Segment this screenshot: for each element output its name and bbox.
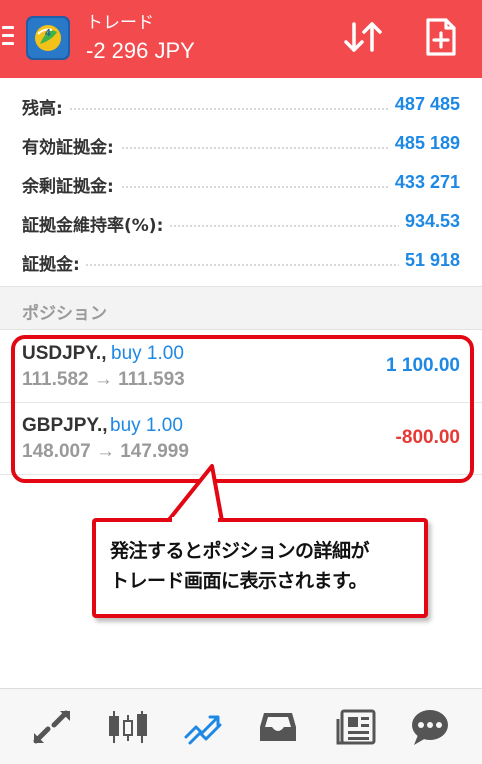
account-summary: 残高: 487 485 有効証拠金: 485 189 余剰証拠金: 433 27… xyxy=(0,84,482,279)
summary-row-margin-level: 証拠金維持率(%): 934.53 xyxy=(0,201,482,240)
quotes-icon[interactable] xyxy=(30,707,74,747)
position-prices: 111.582 → 111.593 xyxy=(22,369,185,390)
position-type: buy 1.00 xyxy=(111,343,184,364)
top-bar: 4 トレード -2 296 JPY xyxy=(0,0,482,78)
position-row-gbpjpy[interactable]: GBPJPY., buy 1.00 148.007 → 147.999 -800… xyxy=(0,403,482,475)
sort-icon[interactable] xyxy=(340,16,386,58)
free-margin-label: 余剰証拠金: xyxy=(22,172,120,197)
annotation-callout: 発注するとポジションの詳細が トレード画面に表示されます。 xyxy=(92,518,428,618)
position-prices: 148.007 → 147.999 xyxy=(22,441,189,462)
svg-text:4: 4 xyxy=(45,28,51,39)
free-margin-value: 433 271 xyxy=(388,172,460,193)
position-symbol: USDJPY., xyxy=(22,343,107,364)
metatrader-logo-icon[interactable]: 4 xyxy=(24,14,72,62)
positions-section-header: ポジション xyxy=(0,286,482,330)
balance-value: 487 485 xyxy=(388,94,460,115)
menu-icon[interactable] xyxy=(2,26,14,46)
equity-label: 有効証拠金: xyxy=(22,133,120,158)
dotted-leader xyxy=(22,264,460,266)
margin-label: 証拠金: xyxy=(22,250,86,275)
position-type: buy 1.00 xyxy=(110,415,183,436)
summary-row-margin: 証拠金: 51 918 xyxy=(0,240,482,279)
margin-value: 51 918 xyxy=(398,250,460,271)
position-symbol: GBPJPY., xyxy=(22,415,108,436)
callout-text: 発注するとポジションの詳細が トレード画面に表示されます。 xyxy=(110,536,416,596)
history-icon[interactable] xyxy=(256,707,300,747)
balance-label: 残高: xyxy=(22,94,69,119)
new-order-icon[interactable] xyxy=(418,16,462,58)
position-profit: -800.00 xyxy=(395,427,460,448)
summary-row-free-margin: 余剰証拠金: 433 271 xyxy=(0,162,482,201)
position-row-usdjpy[interactable]: USDJPY., buy 1.00 111.582 → 111.593 1 10… xyxy=(0,331,482,403)
bottom-navigation xyxy=(0,688,482,764)
position-profit: 1 100.00 xyxy=(386,355,460,376)
chart-icon[interactable] xyxy=(106,707,150,747)
equity-value: 485 189 xyxy=(388,133,460,154)
positions-list: USDJPY., buy 1.00 111.582 → 111.593 1 10… xyxy=(0,331,482,475)
margin-level-label: 証拠金維持率(%): xyxy=(22,211,170,236)
page-title: トレード xyxy=(86,13,154,33)
callout-line-2: トレード画面に表示されます。 xyxy=(110,570,368,592)
summary-row-balance: 残高: 487 485 xyxy=(0,84,482,123)
news-icon[interactable] xyxy=(334,707,378,747)
callout-line-1: 発注するとポジションの詳細が xyxy=(110,540,370,562)
chat-icon[interactable] xyxy=(408,707,452,747)
summary-row-equity: 有効証拠金: 485 189 xyxy=(0,123,482,162)
margin-level-value: 934.53 xyxy=(398,211,460,232)
positions-section-title: ポジション xyxy=(22,304,107,324)
trade-icon[interactable] xyxy=(182,707,226,747)
total-profit: -2 296 JPY xyxy=(86,38,195,63)
